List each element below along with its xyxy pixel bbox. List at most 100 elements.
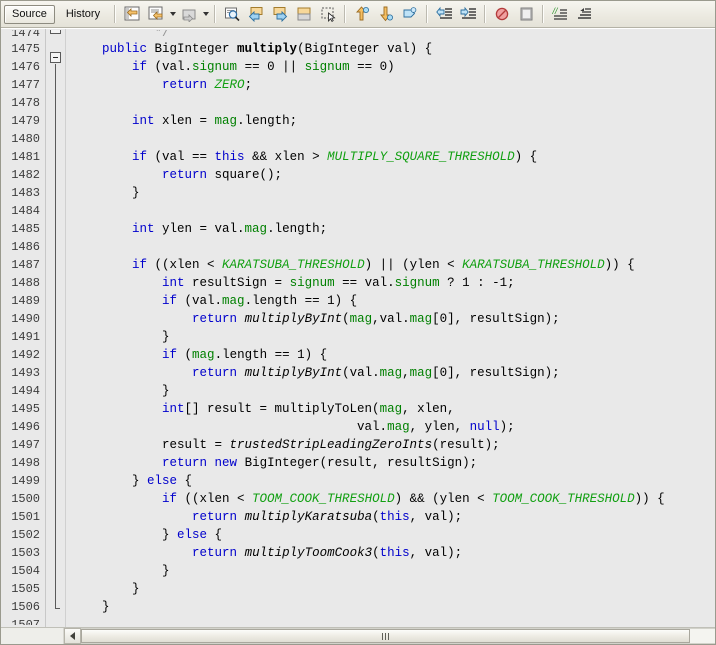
code-line[interactable]: if ((xlen < TOOM_COOK_THRESHOLD) && (yle…: [72, 490, 715, 508]
code-line[interactable]: }: [72, 328, 715, 346]
code-token: (BigInteger val) {: [297, 42, 433, 56]
toggle-breakpoint-icon[interactable]: [399, 3, 421, 25]
code-token: mag: [214, 114, 238, 128]
shift-left-icon[interactable]: [433, 3, 455, 25]
code-token: if: [132, 258, 148, 272]
last-edit-icon[interactable]: [121, 3, 143, 25]
next-bookmark-icon[interactable]: [269, 3, 291, 25]
code-line[interactable]: if ((xlen < KARATSUBA_THRESHOLD) || (yle…: [72, 256, 715, 274]
code-line[interactable]: int xlen = mag.length;: [72, 112, 715, 130]
line-number: 1495: [11, 402, 40, 416]
code-line[interactable]: return multiplyToomCook3(this, val);: [72, 544, 715, 562]
code-line[interactable]: [72, 202, 715, 220]
svg-text://: //: [552, 6, 559, 16]
code-editor-pane[interactable]: 1474 1475 1476 1477 1478 1479 1480 1481 1482 1483…: [1, 28, 715, 627]
code-folding-gutter[interactable]: [46, 29, 66, 627]
code-line[interactable]: int[] result = multiplyToLen(mag, xlen,: [72, 400, 715, 418]
code-token: (: [372, 510, 380, 524]
code-token: (val.: [342, 366, 380, 380]
line-number: 1506: [11, 600, 40, 614]
code-line[interactable]: if (val == this && xlen > MULTIPLY_SQUAR…: [72, 148, 715, 166]
line-number: 1493: [11, 366, 40, 380]
code-line[interactable]: } else {: [72, 526, 715, 544]
code-line[interactable]: return square();: [72, 166, 715, 184]
stop-icon[interactable]: [491, 3, 513, 25]
horizontal-scrollbar[interactable]: [1, 627, 715, 644]
code-line[interactable]: val.mag, ylen, null);: [72, 418, 715, 436]
toggle-bookmark-icon[interactable]: [293, 3, 315, 25]
code-line[interactable]: public BigInteger multiply(BigInteger va…: [72, 40, 715, 58]
forward-dropdown-arrow-icon[interactable]: [201, 4, 210, 24]
code-token: BigInteger(result, resultSign);: [237, 456, 478, 470]
shift-right-icon[interactable]: [457, 3, 479, 25]
fold-marker-method-multiply[interactable]: [50, 52, 61, 63]
tab-source[interactable]: Source: [4, 4, 55, 24]
code-line[interactable]: result = trustedStripLeadingZeroInts(res…: [72, 436, 715, 454]
code-line[interactable]: }: [72, 382, 715, 400]
code-line[interactable]: return multiplyByInt(val.mag,mag[0], res…: [72, 364, 715, 382]
scroll-left-button[interactable]: [64, 628, 81, 644]
back-navigation-icon[interactable]: [145, 3, 167, 25]
next-error-icon[interactable]: [375, 3, 397, 25]
code-token: null: [469, 420, 500, 434]
code-line[interactable]: return multiplyKaratsuba(this, val);: [72, 508, 715, 526]
code-token: , val);: [409, 546, 463, 560]
code-token: multiply: [237, 42, 298, 56]
code-token: int: [162, 276, 185, 290]
code-line[interactable]: return multiplyByInt(mag,val.mag[0], res…: [72, 310, 715, 328]
line-number: 1485: [11, 222, 40, 236]
code-line[interactable]: */: [72, 30, 715, 40]
line-number: 1489: [11, 294, 40, 308]
code-token: && xlen >: [244, 150, 328, 164]
code-token: }: [72, 528, 178, 542]
code-token: mag: [379, 366, 403, 380]
code-line[interactable]: }: [72, 562, 715, 580]
code-line[interactable]: [72, 94, 715, 112]
line-number: 1504: [11, 564, 40, 578]
code-token: mag: [379, 402, 403, 416]
inspect-members-icon[interactable]: [515, 3, 537, 25]
code-line[interactable]: return ZERO;: [72, 76, 715, 94]
code-line[interactable]: if (val.mag.length == 1) {: [72, 292, 715, 310]
toolbar-separator-6: [542, 5, 545, 23]
code-line[interactable]: int resultSign = signum == val.signum ? …: [72, 274, 715, 292]
back-dropdown-arrow-icon[interactable]: [168, 4, 177, 24]
rectangular-selection-icon[interactable]: [317, 3, 339, 25]
line-number: 1474: [11, 30, 40, 40]
toggle-comment-icon[interactable]: //: [549, 3, 571, 25]
code-line[interactable]: if (val.signum == 0 || signum == 0): [72, 58, 715, 76]
code-line[interactable]: }: [72, 598, 715, 616]
code-line[interactable]: int ylen = val.mag.length;: [72, 220, 715, 238]
format-icon[interactable]: [573, 3, 595, 25]
scrollbar-track[interactable]: [81, 628, 715, 644]
fold-marker-previous[interactable]: [50, 30, 61, 34]
code-line[interactable]: [72, 616, 715, 625]
line-number: 1475: [11, 42, 40, 56]
code-line[interactable]: }: [72, 184, 715, 202]
previous-bookmark-icon[interactable]: [245, 3, 267, 25]
code-token: )) {: [604, 258, 635, 272]
code-token: TOOM_COOK_THRESHOLD: [252, 492, 395, 506]
tab-history[interactable]: History: [57, 4, 109, 25]
code-token: signum: [192, 60, 238, 74]
code-token: BigInteger: [147, 42, 238, 56]
code-text-area[interactable]: */ public BigInteger multiply(BigInteger…: [66, 29, 715, 627]
code-line[interactable]: [72, 238, 715, 256]
code-token: if: [162, 348, 178, 362]
code-line[interactable]: } else {: [72, 472, 715, 490]
line-number: 1492: [11, 348, 40, 362]
code-line[interactable]: }: [72, 580, 715, 598]
code-line[interactable]: return new BigInteger(result, resultSign…: [72, 454, 715, 472]
line-number: 1486: [11, 240, 40, 254]
previous-error-icon[interactable]: [351, 3, 373, 25]
scrollbar-thumb[interactable]: [81, 629, 690, 643]
find-selection-icon[interactable]: [221, 3, 243, 25]
code-line[interactable]: [72, 130, 715, 148]
forward-navigation-icon[interactable]: [178, 3, 200, 25]
code-line[interactable]: if (mag.length == 1) {: [72, 346, 715, 364]
